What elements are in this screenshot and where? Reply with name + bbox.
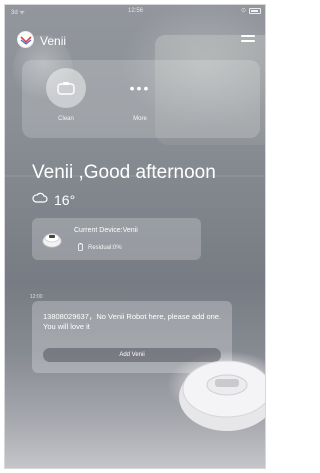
app-bar: Venii [5, 29, 265, 53]
device-name: Current Device:Venii [74, 227, 138, 234]
message-text: 13808029637，No Venii Robot here, please … [43, 312, 222, 331]
residual-text: Residual:0% [88, 245, 122, 251]
vacuum-icon [42, 229, 62, 249]
status-bar: 3d ᯤ 12:56 ⊙ [5, 5, 265, 19]
status-icons: ⊙ [241, 7, 261, 14]
cloud-icon [32, 191, 48, 209]
status-time: 12:56 [128, 8, 144, 14]
weather-info: 16° [32, 191, 75, 209]
carrier-signal: 3d ᯤ [11, 10, 25, 16]
more-button[interactable]: ••• More [110, 68, 170, 132]
device-residual: Residual:0% [78, 243, 122, 253]
robot-icon [46, 68, 86, 108]
more-label: More [133, 116, 147, 122]
app-screen: 3d ᯤ 12:56 ⊙ Venii Clean ••• More Venii … [4, 4, 266, 469]
quick-actions-panel: Clean ••• More [22, 60, 260, 138]
clean-label: Clean [58, 116, 74, 122]
alarm-icon: ⊙ [240, 8, 246, 14]
venii-logo-icon [17, 31, 34, 48]
menu-icon[interactable] [241, 35, 255, 45]
message-time: 12:00 [30, 294, 43, 300]
app-title: Venii [40, 34, 67, 48]
greeting-title: Venii ,Good afternoon [32, 162, 216, 183]
current-device-card[interactable]: Current Device:Venii Residual:0% [32, 218, 201, 260]
temperature: 16° [54, 192, 76, 208]
clean-button[interactable]: Clean [36, 68, 96, 132]
battery-icon [78, 243, 83, 253]
battery-status-icon [249, 7, 261, 14]
more-dots-icon: ••• [129, 80, 151, 96]
robot-vacuum-image [167, 335, 265, 435]
